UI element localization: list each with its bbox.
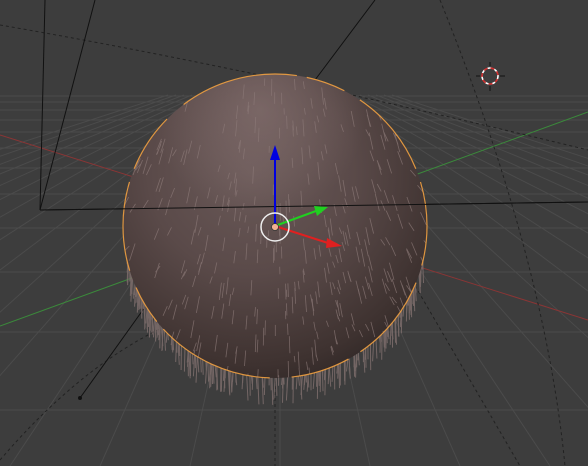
object-origin-dot [271, 223, 279, 231]
viewport-canvas[interactable] [0, 0, 588, 466]
3d-cursor-icon[interactable] [476, 62, 505, 91]
light-range-arc [399, 259, 521, 466]
3d-viewport[interactable] [0, 0, 588, 466]
light-range-arc [439, 0, 566, 466]
